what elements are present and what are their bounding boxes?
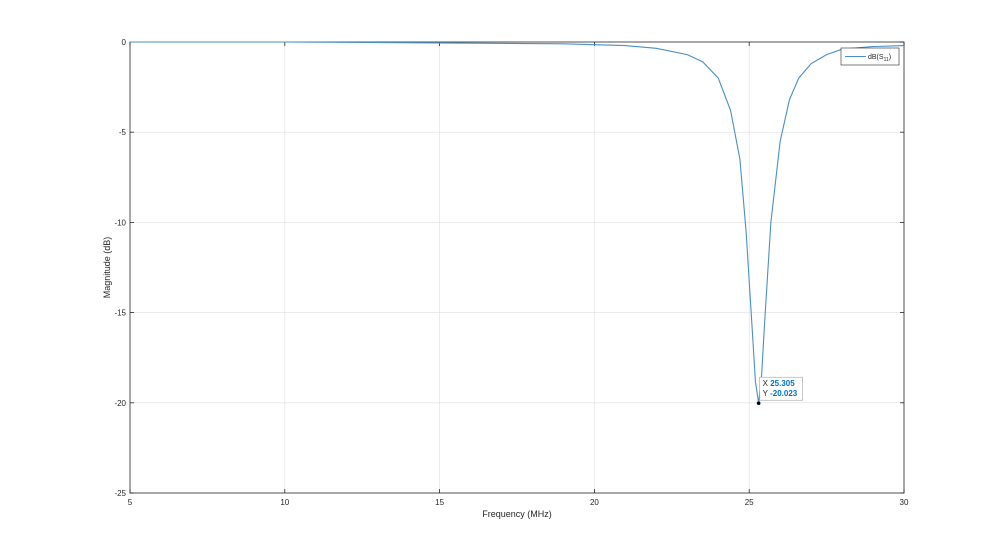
x-tick-label: 5 [128, 498, 133, 507]
x-tick-label: 10 [280, 498, 289, 507]
datatip-x-value: 25.305 [770, 379, 795, 388]
legend-name-main: dB(S [868, 54, 884, 61]
y-tick-label: -25 [114, 489, 126, 498]
x-tick-label: 30 [900, 498, 909, 507]
x-tick-label: 15 [435, 498, 444, 507]
datatip-y-label: Y [763, 389, 769, 398]
y-tick-label: -5 [119, 128, 127, 137]
datatip-marker[interactable] [756, 401, 761, 406]
datatip-y-value: -20.023 [770, 389, 798, 398]
y-tick-label: -15 [114, 309, 126, 318]
x-axis-label: Frequency (MHz) [482, 509, 552, 519]
x-tick-label: 20 [590, 498, 599, 507]
legend[interactable]: dB(S11) [840, 47, 900, 66]
legend-name-close: ) [889, 54, 891, 61]
y-tick-label: -10 [114, 218, 126, 227]
datatip-x: X 25.305 [763, 379, 796, 388]
y-axis-label: Magnitude (dB) [102, 237, 112, 299]
datatip-y: Y -20.023 [763, 389, 798, 398]
x-tick-label: 25 [745, 498, 754, 507]
y-tick-label: 0 [122, 38, 127, 47]
y-tick-label: -20 [114, 399, 126, 408]
chart: 5 10 15 20 25 30 0 -5 -10 -15 -20 -25 Frequency (MH… [0, 0, 999, 555]
datatip-x-label: X [763, 379, 769, 388]
